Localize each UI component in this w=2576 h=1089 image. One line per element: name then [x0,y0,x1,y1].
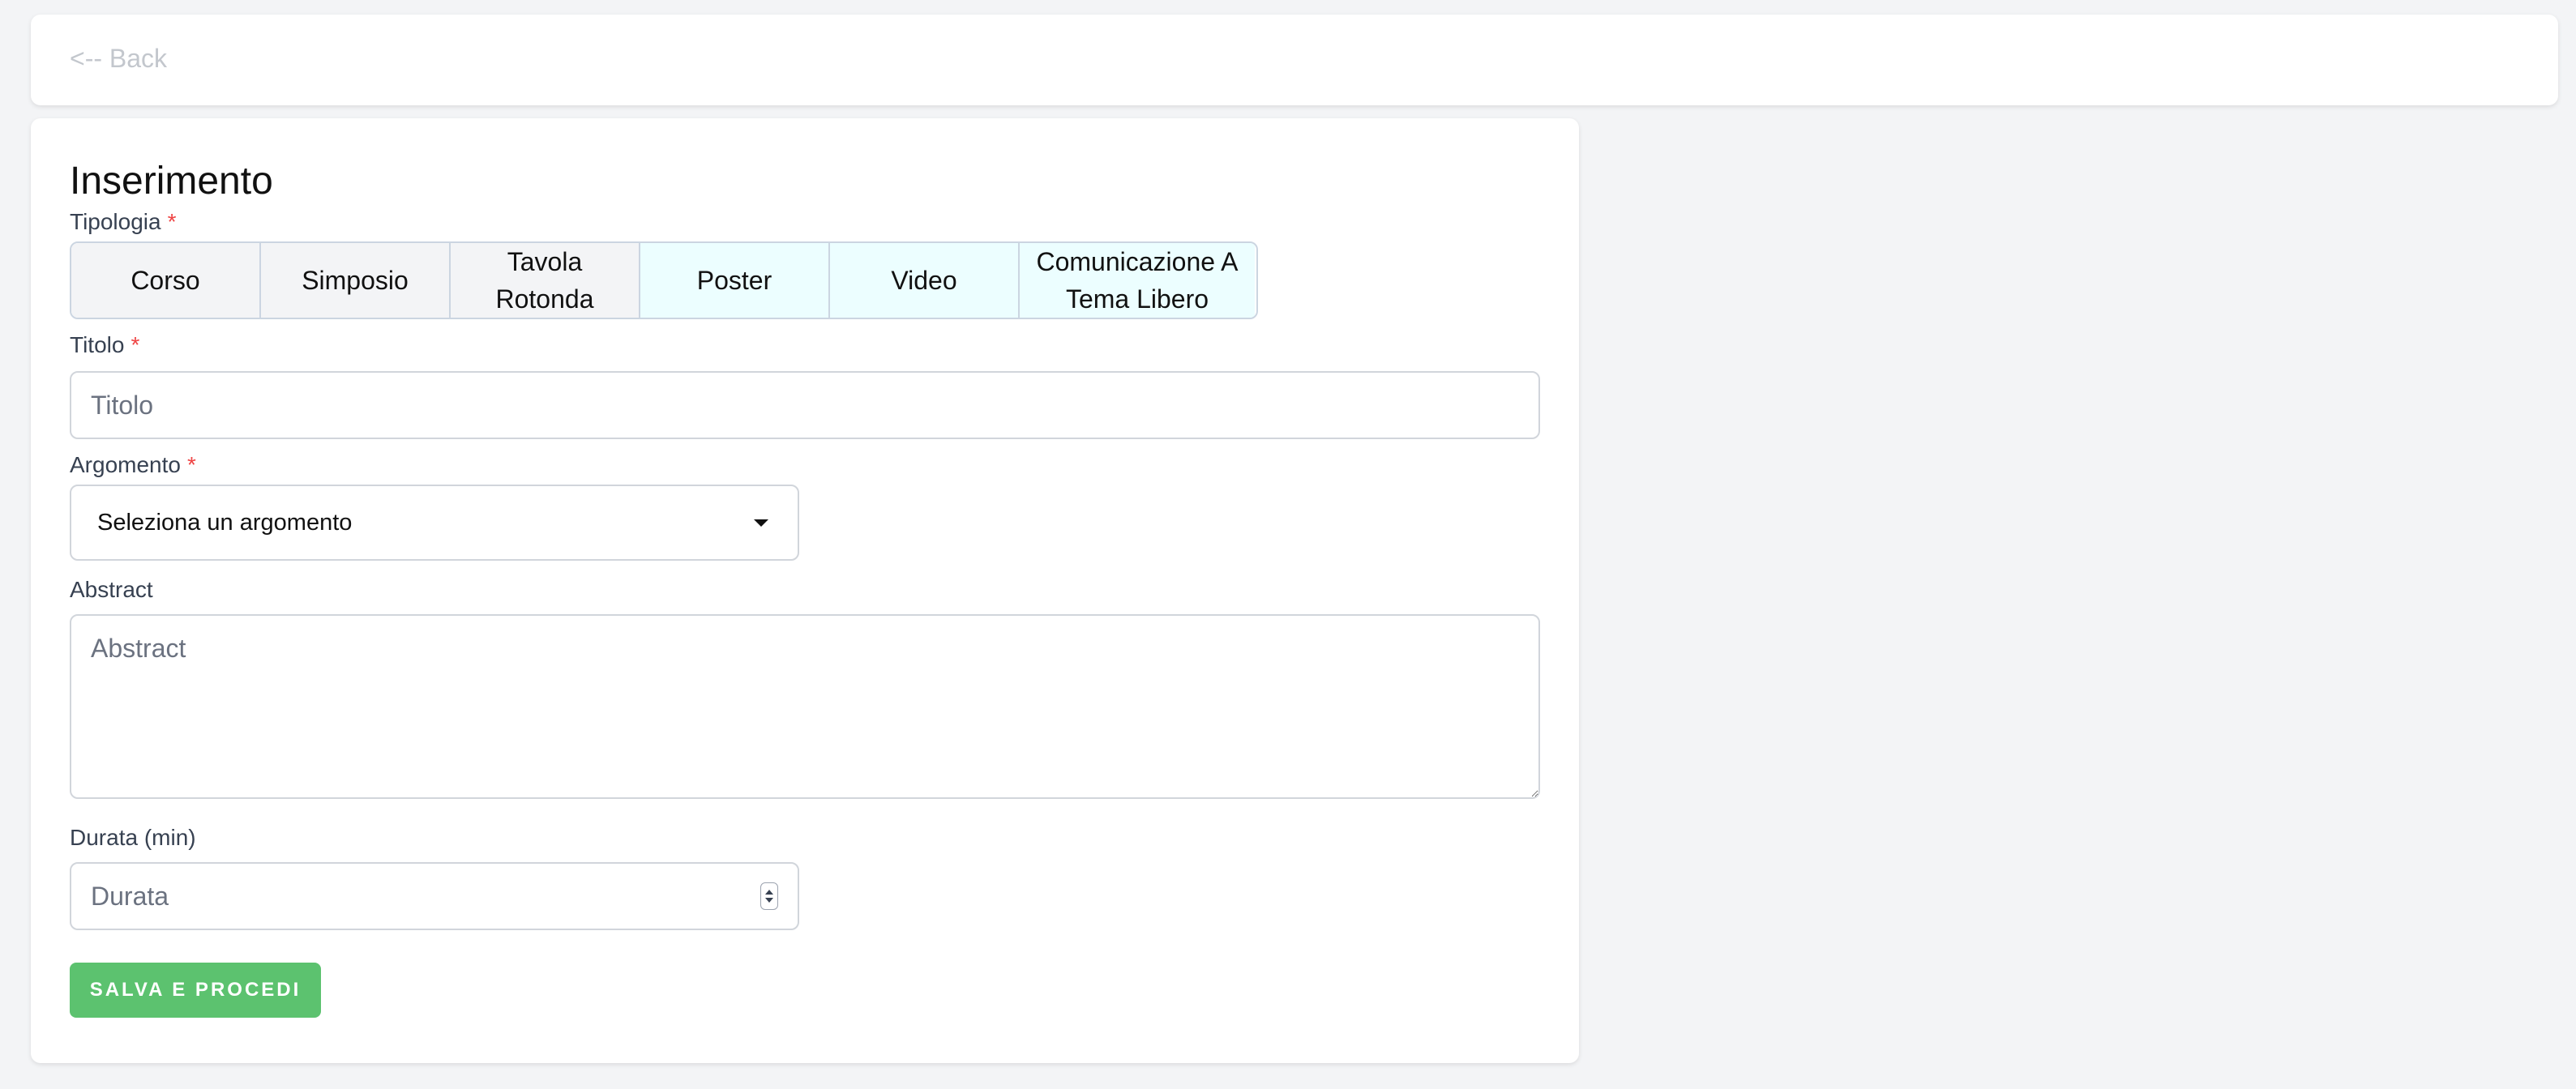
tipologia-button-group: Corso Simposio Tavola Rotonda Poster Vid… [70,241,1258,319]
durata-label: Durata (min) [70,825,196,851]
required-marker: * [131,332,140,357]
tipologia-option-poster[interactable]: Poster [640,243,830,318]
abstract-label-text: Abstract [70,577,153,602]
save-and-proceed-button[interactable]: SALVA E PROCEDI [70,963,321,1018]
argomento-selected-value: Seleziona un argomento [97,509,353,536]
tipologia-label: Tipologia * [70,209,177,235]
spinner-up-icon[interactable] [765,890,773,895]
tipologia-label-text: Tipologia [70,209,161,234]
back-link[interactable]: <-- Back [70,44,167,74]
argomento-label-text: Argomento [70,452,181,477]
abstract-label: Abstract [70,577,153,603]
argomento-select[interactable]: Seleziona un argomento [70,485,799,561]
insert-form-card: Inserimento Tipologia * Corso Simposio Ta… [31,118,1579,1063]
top-bar: <-- Back [31,15,2558,105]
page-title: Inserimento [70,160,273,203]
titolo-label: Titolo * [70,332,139,358]
durata-input[interactable] [91,881,760,912]
spinner-down-icon[interactable] [765,898,773,903]
spinner-icon[interactable] [760,882,778,910]
tipologia-option-simposio[interactable]: Simposio [261,243,451,318]
titolo-label-text: Titolo [70,332,125,357]
abstract-textarea[interactable] [70,614,1540,799]
caret-down-icon [754,519,768,527]
tipologia-option-corso[interactable]: Corso [71,243,261,318]
titolo-input[interactable] [70,371,1540,439]
required-marker: * [186,452,196,477]
argomento-label: Argomento * [70,452,196,478]
durata-field [70,862,799,930]
tipologia-option-tavola-rotonda[interactable]: Tavola Rotonda [451,243,640,318]
tipologia-option-video[interactable]: Video [830,243,1020,318]
tipologia-option-comunicazione[interactable]: Comunicazione A Tema Libero [1020,243,1255,318]
required-marker: * [167,209,177,234]
durata-label-text: Durata (min) [70,825,196,850]
